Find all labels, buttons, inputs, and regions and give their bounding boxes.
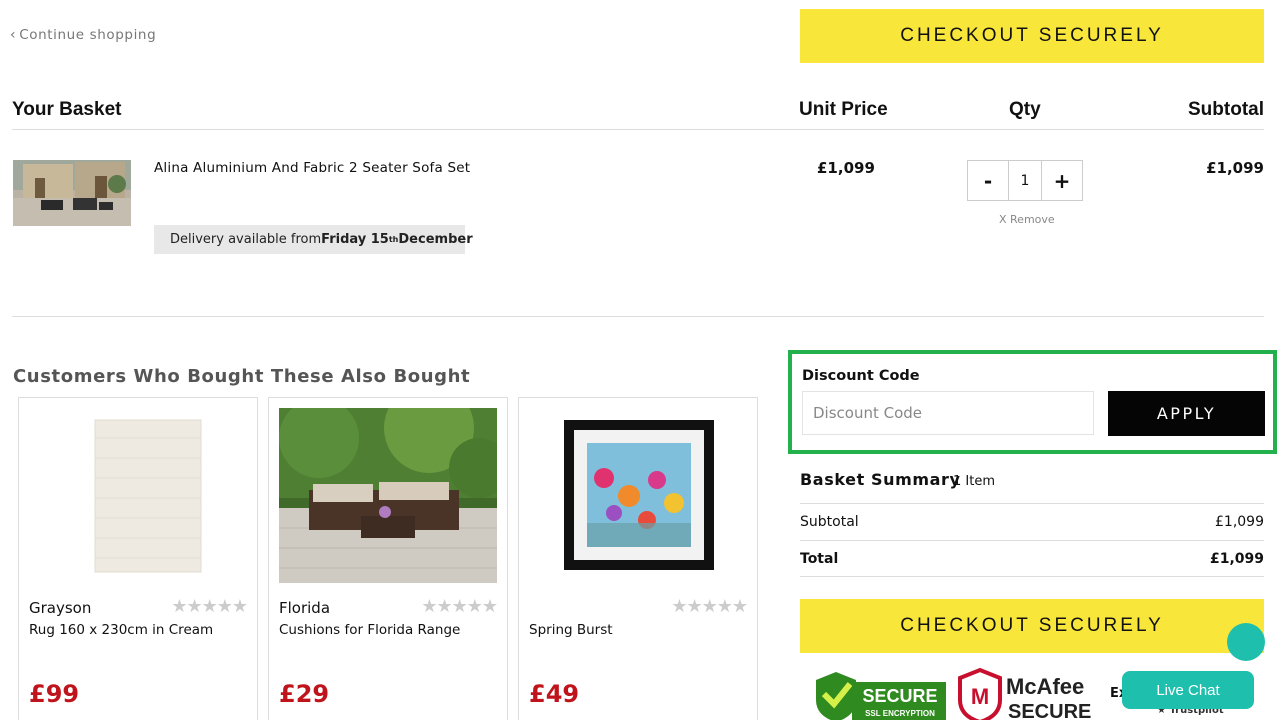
basket-header-row: Your Basket Unit Price Qty Subtotal	[12, 96, 1264, 130]
mcafee-sub: SECURE	[1008, 701, 1091, 720]
product-image-rug[interactable]	[29, 408, 247, 583]
ssl-secure-badge-icon: SECURE SSL ENCRYPTION	[816, 672, 946, 720]
delivery-month: December	[398, 232, 473, 247]
rating-stars: ★★★★★	[171, 596, 248, 617]
product-price: £49	[529, 680, 580, 708]
summary-total-value: £1,099	[1209, 550, 1264, 567]
secure-badge-text: SECURE	[862, 686, 937, 706]
qty-value-field[interactable]: 1	[1008, 161, 1042, 200]
checkout-securely-button-top[interactable]: CHECKOUT SECURELY	[800, 9, 1264, 63]
basket-title: Your Basket	[12, 99, 122, 120]
basket-summary-title: Basket Summary	[800, 470, 961, 489]
summary-total-row: Total £1,099	[800, 540, 1264, 577]
product-price: £99	[29, 680, 80, 708]
trust-badges: SECURE SSL ENCRYPTION M McAfee SECURE	[812, 666, 1101, 720]
unit-price-header: Unit Price	[799, 99, 888, 120]
basket-item-count: 1 Item	[953, 474, 995, 489]
checkout-securely-button-bottom[interactable]: CHECKOUT SECURELY	[800, 599, 1264, 653]
also-bought-title: Customers Who Bought These Also Bought	[13, 366, 471, 387]
live-chat-button[interactable]: Live Chat	[1122, 671, 1254, 709]
secure-badge-sub: SSL ENCRYPTION	[865, 709, 935, 718]
summary-subtotal-label: Subtotal	[800, 514, 859, 530]
subtotal-header: Subtotal	[1188, 99, 1264, 120]
product-name-link[interactable]: Alina Aluminium And Fabric 2 Seater Sofa…	[154, 160, 470, 176]
chevron-left-icon: ‹	[10, 27, 17, 43]
mcafee-name: McAfee	[1006, 674, 1084, 699]
recommendation-card[interactable]: Grayson ★★★★★ Rug 160 x 230cm in Cream £…	[18, 397, 258, 720]
item-subtotal: £1,099	[1206, 159, 1264, 177]
summary-subtotal-row: Subtotal £1,099	[800, 503, 1264, 540]
product-subtitle[interactable]: Spring Burst	[529, 622, 613, 638]
section-divider	[12, 316, 1264, 317]
chat-bubble-icon[interactable]	[1227, 623, 1265, 661]
svg-text:M: M	[971, 684, 989, 709]
summary-total-label: Total	[800, 550, 839, 567]
product-thumbnail[interactable]	[13, 160, 131, 226]
qty-increase-button[interactable]: +	[1042, 161, 1082, 200]
product-name[interactable]: Grayson	[29, 599, 91, 617]
delivery-ordinal: th	[388, 235, 399, 244]
discount-code-label: Discount Code	[802, 368, 920, 384]
product-subtitle: Cushions for Florida Range	[279, 622, 461, 638]
continue-shopping-label: Continue shopping	[19, 27, 157, 43]
quantity-stepper: - 1 +	[967, 160, 1083, 201]
product-subtitle: Rug 160 x 230cm in Cream	[29, 622, 214, 638]
continue-shopping-link[interactable]: ‹ Continue shopping	[10, 27, 156, 43]
recommendation-card[interactable]: Florida ★★★★★ Cushions for Florida Range…	[268, 397, 508, 720]
apply-discount-button[interactable]: APPLY	[1108, 391, 1265, 436]
remove-item-link[interactable]: X Remove	[999, 213, 1055, 226]
qty-decrease-button[interactable]: -	[968, 161, 1008, 200]
recommendation-card[interactable]: ★★★★★ Spring Burst £49	[518, 397, 758, 720]
item-unit-price: £1,099	[817, 159, 875, 177]
product-price: £29	[279, 680, 330, 708]
qty-header: Qty	[1009, 99, 1041, 120]
discount-code-input[interactable]	[802, 391, 1094, 435]
product-image-spring-burst[interactable]	[529, 408, 747, 583]
rating-stars: ★★★★★	[671, 596, 748, 617]
discount-code-panel: Discount Code APPLY	[788, 350, 1277, 454]
mcafee-secure-badge-icon: M McAfee SECURE	[958, 667, 1091, 720]
rating-stars: ★★★★★	[421, 596, 498, 617]
summary-subtotal-value: £1,099	[1215, 514, 1264, 530]
delivery-day: Friday 15	[321, 232, 389, 247]
delivery-prefix: Delivery available from	[170, 232, 322, 247]
delivery-info-badge: Delivery available from Friday 15th Dece…	[154, 225, 473, 254]
product-name[interactable]: Florida	[279, 599, 330, 617]
product-image-florida[interactable]	[279, 408, 497, 583]
